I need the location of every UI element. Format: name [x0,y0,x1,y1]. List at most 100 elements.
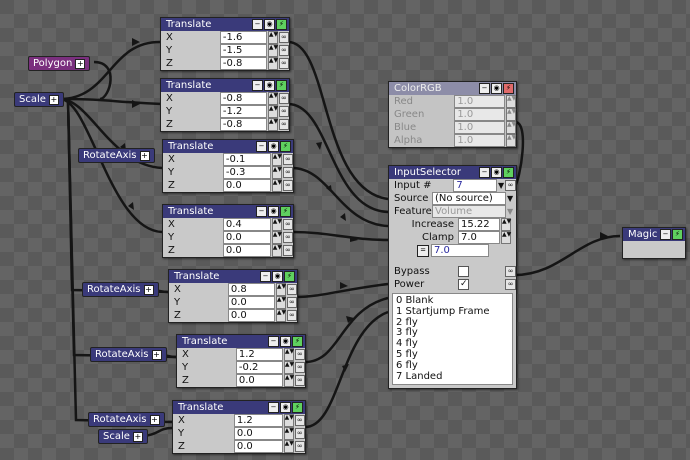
power-icon[interactable]: ⚡ [276,19,287,30]
plus-icon[interactable]: + [151,349,162,360]
feature-select[interactable]: Volume [432,205,506,218]
link-icon[interactable]: ∞ [282,154,293,165]
eye-icon[interactable]: ◉ [264,19,275,30]
source-select[interactable]: (No source) [432,192,506,205]
eye-icon[interactable]: ◉ [268,141,279,152]
link-icon[interactable]: ∞ [294,415,305,426]
z-field[interactable]: -0.8 [219,57,267,70]
y-field[interactable]: -1.5 [219,44,267,57]
x-field[interactable]: 0.8 [227,283,275,296]
link-icon[interactable]: ∞ [286,284,297,295]
z-field[interactable]: 0.0 [227,309,275,322]
link-icon[interactable]: ∞ [286,310,297,321]
eye-icon[interactable]: ◉ [491,83,502,94]
blue-field[interactable]: 1.0 [454,121,505,134]
spinner[interactable]: ▲▼ [275,296,286,309]
polygon-node[interactable]: Polygon + [28,56,91,71]
power-icon[interactable]: ⚡ [280,206,291,217]
link-icon[interactable]: ∞ [278,106,289,117]
link-icon[interactable]: ∞ [278,58,289,69]
rotateaxis-node-1[interactable]: RotateAxis + [78,148,155,163]
link-icon[interactable]: ∞ [294,349,305,360]
node-header[interactable]: Translate − ◉ ⚡ [177,335,305,348]
node-header[interactable]: Translate − ◉ ⚡ [163,140,293,153]
spinner[interactable]: ▲▼ [275,309,286,322]
plus-icon[interactable]: + [75,58,86,69]
spinner[interactable]: ▲▼ [267,44,278,57]
link-icon[interactable]: ∞ [294,375,305,386]
spinner[interactable]: ▲▼ [283,427,294,440]
link-icon[interactable]: ∞ [505,180,516,191]
spinner[interactable]: ▲▼ [283,440,294,453]
spinner[interactable]: ▲▼ [283,414,294,427]
minimize-icon[interactable]: − [256,206,267,217]
z-field[interactable]: 0.0 [235,374,283,387]
translate-node-3[interactable]: Translate − ◉ ⚡ X -0.1 ▲▼ ∞ Y -0.3 ▲▼ ∞ Z 0.0 ▲▼ ∞ [162,139,294,193]
list-item[interactable]: 7 Landed [396,371,509,383]
x-field[interactable]: -1.6 [219,31,267,44]
translate-node-4[interactable]: Translate − ◉ ⚡ X 0.4 ▲▼ ∞ Y 0.0 ▲▼ ∞ Z 0.0 ▲▼ ∞ [162,204,294,258]
input-number-select[interactable]: 7 [453,179,497,192]
node-header[interactable]: Translate − ◉ ⚡ [163,205,293,218]
spinner[interactable]: ▲▼ [271,166,282,179]
power-checkbox[interactable]: ✓ [458,279,470,290]
eye-icon[interactable]: ◉ [264,80,275,91]
node-header[interactable]: ColorRGB − ◉ ⚡ [389,82,516,95]
eye-icon[interactable]: ◉ [491,167,502,178]
spinner[interactable]: ▲▼ [271,231,282,244]
link-icon[interactable]: ∞ [294,428,305,439]
link-icon[interactable]: ∞ [282,167,293,178]
power-icon[interactable]: ⚡ [292,402,303,413]
rotateaxis-node-2[interactable]: RotateAxis + [82,282,159,297]
equals-icon[interactable]: = [417,244,429,257]
scale-node-bottom[interactable]: Scale + [98,429,148,444]
x-field[interactable]: 0.4 [222,218,271,231]
minimize-icon[interactable]: − [268,402,279,413]
power-icon[interactable]: ⚡ [503,83,514,94]
y-field[interactable]: 0.0 [222,231,271,244]
green-field[interactable]: 1.0 [454,108,505,121]
spinner[interactable]: ▲▼ [271,218,282,231]
spinner[interactable]: ▲▼ [506,121,516,134]
spinner[interactable]: ▲▼ [271,244,282,257]
z-field[interactable]: 0.0 [222,244,271,257]
spinner[interactable]: ▲▼ [275,283,286,296]
link-icon[interactable]: ∞ [278,32,289,43]
spinner[interactable]: ▲▼ [506,108,516,121]
translate-node-5[interactable]: Translate − ◉ ⚡ X 0.8 ▲▼ ∞ Y 0.0 ▲▼ ∞ Z 0.0 ▲▼ ∞ [168,269,298,323]
spinner[interactable]: ▲▼ [267,118,278,131]
y-field[interactable]: -0.3 [222,166,271,179]
spinner[interactable]: ▲▼ [271,179,282,192]
inputselector-node[interactable]: InputSelector − ◉ ⚡ Input #7 ▼ ∞ Source (No s… [388,165,517,390]
minimize-icon[interactable]: − [479,83,490,94]
link-icon[interactable]: ∞ [282,180,293,191]
link-icon[interactable]: ∞ [286,297,297,308]
node-header[interactable]: Magic − ⚡ [623,228,685,241]
plus-icon[interactable]: + [139,150,150,161]
translate-node-1[interactable]: Translate − ◉ ⚡ X -1.6 ▲▼ ∞ Y -1.5 ▲▼ ∞ Z -0.8 ▲▼ ∞ [160,17,290,71]
increase-field[interactable]: 15.22 [458,218,500,231]
x-field[interactable]: -0.1 [222,153,271,166]
link-icon[interactable]: ∞ [278,119,289,130]
colorrgb-node[interactable]: ColorRGB − ◉ ⚡ Red 1.0 ▲▼ Green 1.0 ▲▼ Blue 1.0… [388,81,517,148]
y-field[interactable]: 0.0 [233,427,283,440]
spinner[interactable]: ▲▼ [271,153,282,166]
link-icon[interactable]: ∞ [505,266,516,277]
z-field[interactable]: -0.8 [219,118,267,131]
node-header[interactable]: Translate − ◉ ⚡ [173,401,305,414]
link-icon[interactable]: ∞ [294,362,305,373]
dropdown-icon[interactable]: ▼ [507,192,513,205]
minimize-icon[interactable]: − [479,167,490,178]
minimize-icon[interactable]: − [252,80,263,91]
minimize-icon[interactable]: − [660,229,671,240]
link-icon[interactable]: ∞ [278,93,289,104]
rotateaxis-node-4[interactable]: RotateAxis + [88,412,165,427]
power-icon[interactable]: ⚡ [292,336,303,347]
node-header[interactable]: Translate − ◉ ⚡ [161,79,289,92]
alpha-field[interactable]: 1.0 [454,134,505,147]
translate-node-2[interactable]: Translate − ◉ ⚡ X -0.8 ▲▼ ∞ Y -1.2 ▲▼ ∞ Z -0.8 ▲▼ ∞ [160,78,290,132]
y-field[interactable]: -0.2 [235,361,283,374]
y-field[interactable]: 0.0 [227,296,275,309]
power-icon[interactable]: ⚡ [284,271,295,282]
spinner[interactable]: ▲▼ [506,134,516,147]
